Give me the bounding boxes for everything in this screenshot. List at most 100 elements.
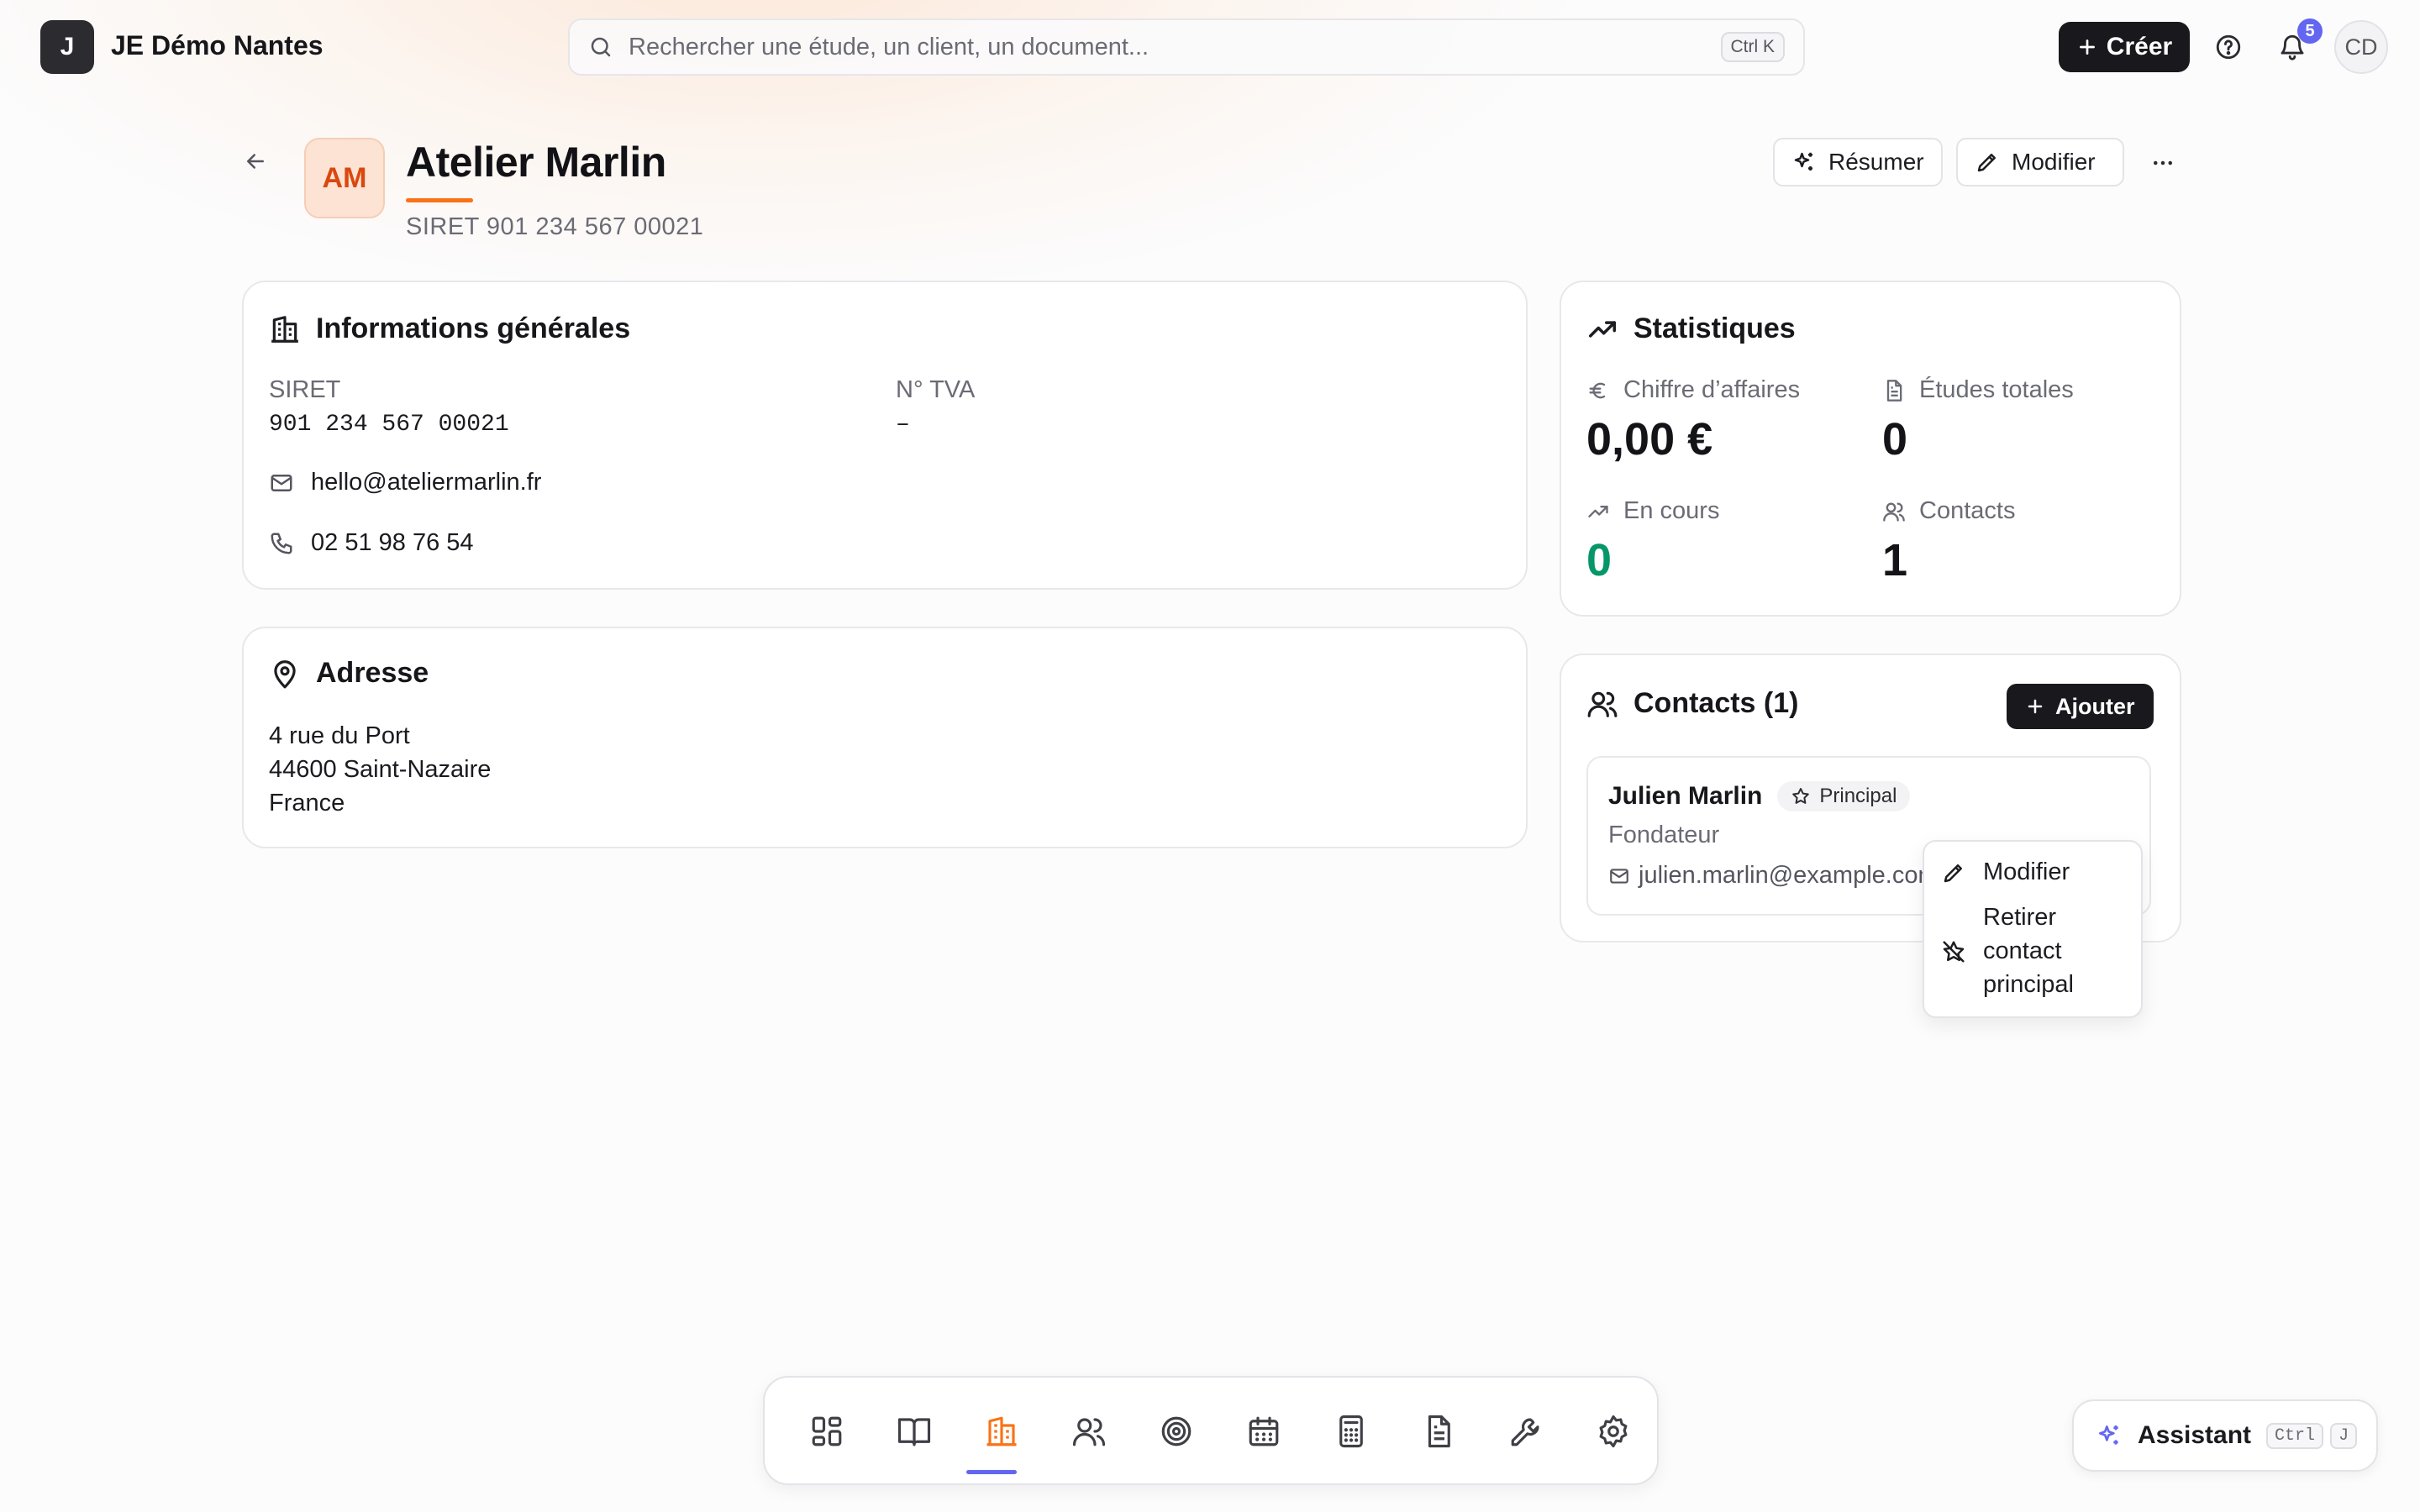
menu-item-edit-label: Modifier [1983, 858, 2070, 885]
wrench-icon[interactable] [1499, 1404, 1553, 1458]
revenue-stat-label: Chiffre d’affaires [1586, 376, 1800, 404]
stats-card: Statistiques Chiffre d’affaires 0,00 € É… [1560, 281, 2181, 617]
trending-up-icon [1586, 313, 1618, 345]
summarize-label: Résumer [1828, 149, 1924, 175]
org-name[interactable]: JE Démo Nantes [111, 30, 324, 61]
notification-badge: 5 [2297, 18, 2323, 44]
star-icon [1791, 786, 1811, 806]
principal-badge: Principal [1777, 781, 1911, 811]
mail-icon [1608, 865, 1630, 887]
search-bar[interactable]: Rechercher une étude, un client, un docu… [568, 18, 1805, 76]
address-line-2: 44600 Saint-Nazaire [269, 756, 492, 783]
phone-icon [269, 531, 294, 556]
summarize-button[interactable]: Résumer [1773, 138, 1943, 186]
sparkles-icon [1791, 150, 1817, 175]
settings-icon[interactable] [1586, 1404, 1640, 1458]
calculator-icon[interactable] [1324, 1404, 1378, 1458]
menu-remove-line-1: Retirer [1983, 904, 2057, 931]
studies-stat-label: Études totales [1882, 376, 2074, 404]
sparkles-icon [2096, 1422, 2123, 1449]
email-row: hello@ateliermarlin.fr [269, 469, 541, 496]
edit-label: Modifier [2012, 149, 2096, 175]
user-avatar[interactable]: CD [2334, 20, 2388, 74]
menu-remove-line-3: principal [1983, 971, 2074, 998]
more-options-icon[interactable] [2139, 139, 2186, 186]
users-icon [1882, 500, 1906, 523]
contacts-stat-label: Contacts [1882, 497, 2015, 525]
client-siret: SIRET 901 234 567 00021 [406, 213, 704, 240]
address-line-3: France [269, 790, 345, 816]
revenue-value: 0,00 € [1586, 414, 1713, 465]
plus-icon [2076, 36, 2098, 58]
phone-link[interactable]: 02 51 98 76 54 [311, 529, 474, 557]
bottom-dock [763, 1376, 1659, 1485]
contact-email[interactable]: julien.marlin@example.com [1639, 862, 1939, 890]
studies-value: 0 [1882, 414, 1908, 465]
create-button[interactable]: Créer [2059, 22, 2190, 72]
search-icon [588, 34, 613, 60]
contact-header: Julien Marlin Principal [1608, 781, 1911, 811]
email-link[interactable]: hello@ateliermarlin.fr [311, 469, 541, 496]
stats-title-text: Statistiques [1634, 312, 1796, 344]
back-arrow-icon[interactable] [235, 141, 276, 181]
phone-row: 02 51 98 76 54 [269, 529, 474, 557]
vat-label: N° TVA [896, 376, 976, 403]
page-title: Atelier Marlin [406, 139, 666, 186]
contact-email-row: julien.marlin@example.com [1608, 862, 1939, 890]
assistant-label: Assistant [2138, 1421, 2252, 1449]
ongoing-stat-label: En cours [1586, 497, 1719, 525]
plus-icon [2025, 696, 2045, 717]
org-logo[interactable]: J [40, 20, 94, 74]
users-icon[interactable] [1062, 1404, 1116, 1458]
client-avatar: AM [304, 138, 385, 218]
document-icon[interactable] [1412, 1404, 1465, 1458]
contact-name: Julien Marlin [1608, 782, 1763, 810]
book-icon[interactable] [887, 1404, 941, 1458]
map-pin-icon [269, 658, 301, 690]
vat-value: – [896, 412, 910, 438]
contacts-value: 1 [1882, 535, 1908, 585]
add-contact-label: Ajouter [2055, 693, 2135, 719]
calendar-icon[interactable] [1237, 1404, 1291, 1458]
euro-icon [1586, 379, 1610, 402]
menu-item-edit[interactable]: Modifier [1924, 855, 2141, 889]
building-icon [269, 313, 301, 345]
address-title-text: Adresse [316, 657, 429, 689]
dashboard-icon[interactable] [800, 1404, 854, 1458]
contacts-label-text: Contacts [1919, 497, 2016, 524]
trending-up-small-icon [1586, 500, 1610, 523]
edit-button[interactable]: Modifier [1956, 138, 2124, 186]
create-label: Créer [2106, 33, 2173, 60]
pencil-icon [1941, 860, 1966, 885]
ongoing-label-text: En cours [1623, 497, 1720, 524]
stats-title: Statistiques [1586, 312, 1796, 345]
assistant-button[interactable]: Assistant Ctrl J [2072, 1399, 2378, 1472]
mail-icon [269, 470, 294, 496]
assistant-shortcut-ctrl: Ctrl [2266, 1422, 2324, 1449]
contacts-title-text: Contacts (1) [1634, 687, 1799, 719]
menu-item-remove-principal[interactable]: Retirer contact principal [1924, 900, 2141, 1001]
target-icon[interactable] [1150, 1404, 1203, 1458]
general-info-title-text: Informations générales [316, 312, 631, 344]
general-info-card: Informations générales SIRET 901 234 567… [242, 281, 1528, 590]
users-icon [1586, 688, 1618, 720]
menu-remove-line-2: contact [1983, 937, 2062, 964]
siret-value: 901 234 567 00021 [269, 412, 509, 438]
ongoing-value: 0 [1586, 535, 1612, 585]
search-input[interactable]: Rechercher une étude, un client, un docu… [629, 34, 1721, 61]
building-icon[interactable] [975, 1404, 1028, 1458]
menu-item-remove-label: Retirer contact principal [1983, 900, 2074, 1001]
contact-role: Fondateur [1608, 822, 1720, 848]
help-icon[interactable] [2205, 24, 2252, 71]
general-info-title: Informations générales [269, 312, 630, 345]
org-logo-letter: J [60, 33, 75, 60]
address-card: Adresse 4 rue du Port 44600 Saint-Nazair… [242, 627, 1528, 848]
contacts-title: Contacts (1) [1586, 687, 1798, 720]
siret-label: SIRET [269, 376, 341, 403]
search-shortcut: Ctrl K [1720, 32, 1785, 62]
studies-label-text: Études totales [1919, 376, 2074, 403]
address-title: Adresse [269, 657, 429, 690]
dock-active-indicator [966, 1470, 1017, 1474]
pencil-icon [1975, 150, 2000, 175]
add-contact-button[interactable]: Ajouter [2007, 684, 2154, 729]
